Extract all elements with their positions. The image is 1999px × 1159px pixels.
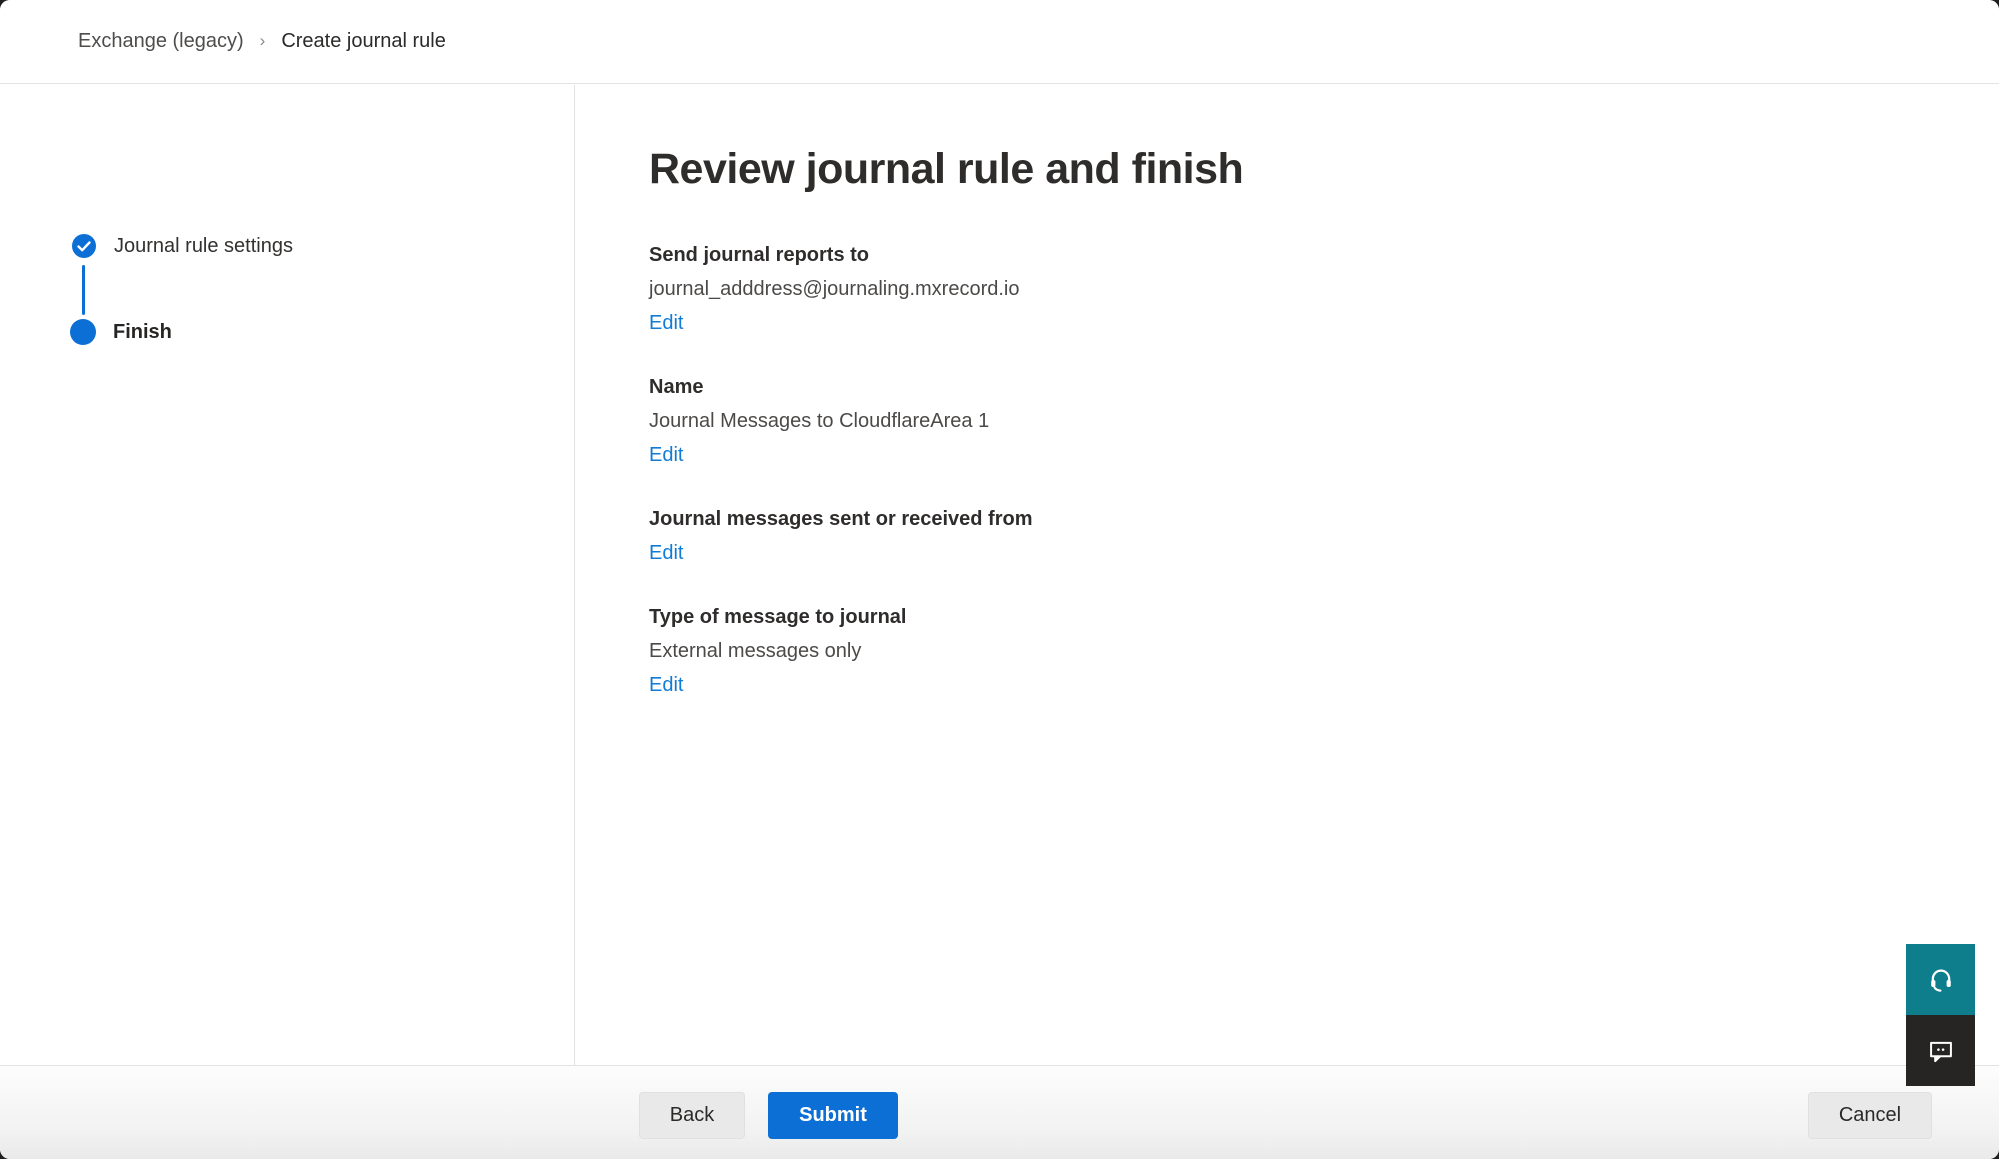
edit-link[interactable]: Edit <box>649 438 683 472</box>
step-connector <box>82 265 85 315</box>
review-section-send-journal-reports-to: Send journal reports to journal_adddress… <box>649 238 1749 340</box>
wizard-steps-panel: Journal rule settings Finish <box>0 85 575 1066</box>
breadcrumb-create-journal-rule: Create journal rule <box>281 30 446 53</box>
review-section-message-type: Type of message to journal External mess… <box>649 600 1749 702</box>
feedback-speech-bubble-icon <box>1927 1037 1955 1065</box>
review-section-name: Name Journal Messages to CloudflareArea … <box>649 370 1749 472</box>
action-bar: Back Submit Cancel <box>0 1065 1999 1159</box>
section-value: Journal Messages to CloudflareArea 1 <box>649 404 1749 438</box>
app-window: Exchange (legacy) › Create journal rule <box>0 0 1999 1159</box>
wizard-step-journal-rule-settings[interactable]: Journal rule settings <box>71 233 293 259</box>
edit-link[interactable]: Edit <box>649 536 683 570</box>
step-complete-check-icon <box>71 233 97 259</box>
breadcrumb: Exchange (legacy) › Create journal rule <box>0 0 1999 84</box>
page-title: Review journal rule and finish <box>649 142 1749 196</box>
section-label: Send journal reports to <box>649 238 1749 272</box>
review-section-journal-messages-scope: Journal messages sent or received from E… <box>649 502 1749 570</box>
chevron-right-icon: › <box>260 31 266 51</box>
edit-link[interactable]: Edit <box>649 668 683 702</box>
edit-link[interactable]: Edit <box>649 306 683 340</box>
step-current-dot-icon <box>70 319 96 345</box>
section-label: Name <box>649 370 1749 404</box>
cancel-button[interactable]: Cancel <box>1808 1092 1932 1139</box>
body-area: Journal rule settings Finish Review jour… <box>0 85 1999 1066</box>
step-label: Journal rule settings <box>114 235 293 258</box>
feedback-button[interactable] <box>1906 1015 1975 1086</box>
review-panel: Review journal rule and finish Send jour… <box>649 142 1749 732</box>
headset-icon <box>1927 966 1955 994</box>
wizard-step-finish[interactable]: Finish <box>70 319 172 345</box>
screen: Exchange (legacy) › Create journal rule <box>0 0 1999 1159</box>
submit-button[interactable]: Submit <box>768 1092 898 1139</box>
section-label: Journal messages sent or received from <box>649 502 1749 536</box>
breadcrumb-exchange-legacy[interactable]: Exchange (legacy) <box>78 30 244 53</box>
section-value: journal_adddress@journaling.mxrecord.io <box>649 272 1749 306</box>
section-value: External messages only <box>649 634 1749 668</box>
help-button[interactable] <box>1906 944 1975 1015</box>
step-label: Finish <box>113 321 172 344</box>
section-label: Type of message to journal <box>649 600 1749 634</box>
back-button[interactable]: Back <box>639 1092 745 1139</box>
